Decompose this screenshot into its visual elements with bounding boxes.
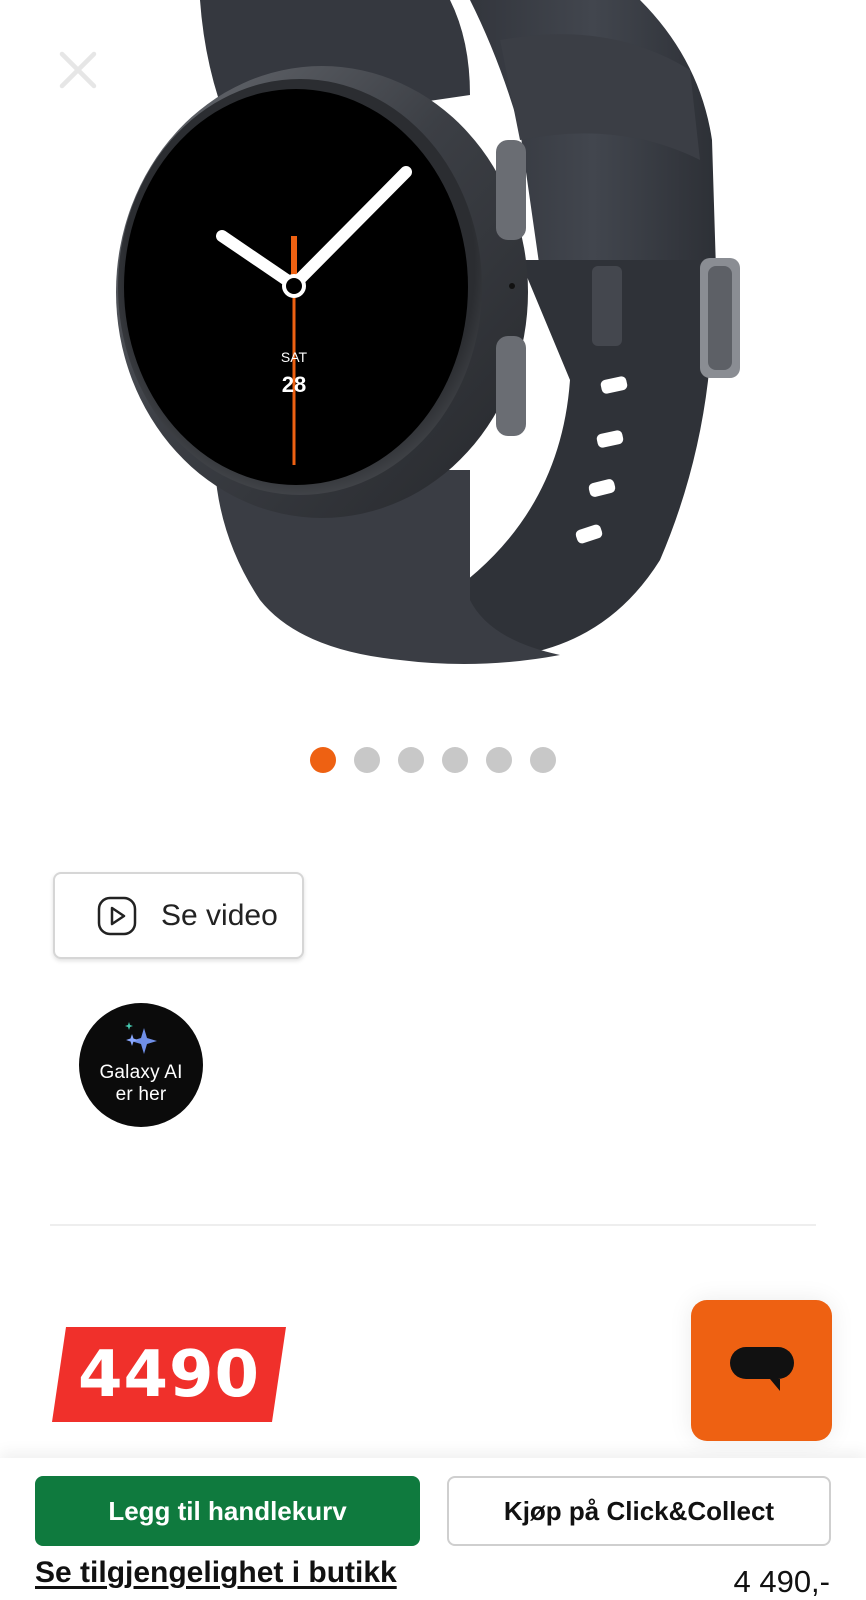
carousel-dot-3[interactable] (398, 747, 424, 773)
galaxy-ai-badge[interactable]: Galaxy AI er her (79, 1003, 203, 1127)
price-tag-value: 4490 (77, 1337, 261, 1412)
galaxy-ai-line1: Galaxy AI (99, 1062, 183, 1083)
chat-icon (729, 1346, 794, 1391)
chat-button[interactable] (691, 1300, 832, 1441)
watch-illustration: SAT 28 (116, 0, 740, 664)
product-page: SAT 28 Se video Galaxy AI er her 4490 Le… (0, 0, 866, 1600)
watch-date: 28 (282, 372, 306, 397)
carousel-dots (310, 747, 556, 773)
carousel-dot-1[interactable] (310, 747, 336, 773)
galaxy-ai-line2: er her (115, 1084, 167, 1105)
carousel-dot-4[interactable] (442, 747, 468, 773)
see-video-label: Se video (161, 898, 278, 932)
bottom-action-bar: Legg til handlekurv Kjøp på Click&Collec… (0, 1458, 866, 1600)
store-availability-link[interactable]: Se tilgjengelighet i butikk (35, 1556, 397, 1590)
bottom-price: 4 490,- (733, 1564, 830, 1599)
close-icon (59, 51, 97, 89)
close-button[interactable] (50, 42, 106, 98)
carousel-dot-2[interactable] (354, 747, 380, 773)
carousel-dot-5[interactable] (486, 747, 512, 773)
play-icon (97, 896, 137, 936)
product-image[interactable]: SAT 28 (0, 0, 866, 700)
carousel-dot-6[interactable] (530, 747, 556, 773)
click-collect-button[interactable]: Kjøp på Click&Collect (447, 1476, 831, 1546)
price-tag: 4490 (52, 1327, 286, 1422)
see-video-button[interactable]: Se video (53, 872, 304, 959)
add-to-cart-button[interactable]: Legg til handlekurv (35, 1476, 420, 1546)
sparkle-icon (125, 1022, 157, 1054)
watch-day: SAT (281, 349, 308, 365)
section-divider (50, 1224, 816, 1226)
